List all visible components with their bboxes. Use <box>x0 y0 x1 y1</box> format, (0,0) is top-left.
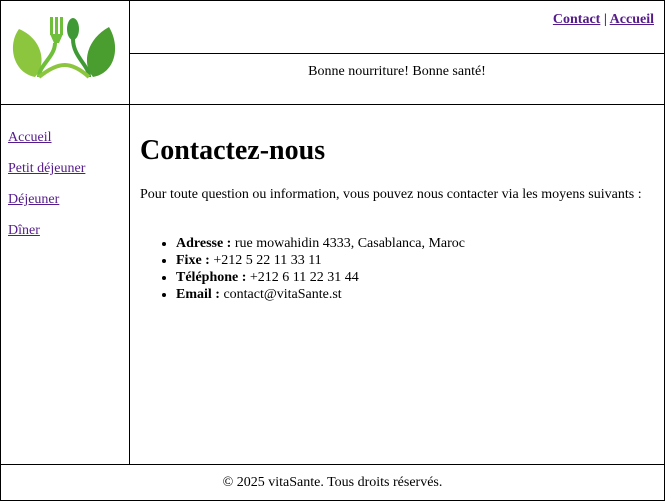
footer-copyright: © 2025 vitaSante. Tous droits réservés. <box>222 475 443 490</box>
sidebar-item-diner: Dîner <box>8 223 85 254</box>
sidebar: Accueil Petit déjeuner Déjeuner Dîner <box>1 105 130 464</box>
sidebar-link-petit-dejeuner[interactable]: Petit déjeuner <box>8 161 85 176</box>
logo-cell <box>1 1 130 105</box>
main-content: Contactez-nous Pour toute question ou in… <box>130 105 664 464</box>
contact-value: rue mowahidin 4333, Casablanca, Maroc <box>231 236 465 251</box>
sidebar-link-accueil[interactable]: Accueil <box>8 130 52 145</box>
nav-separator: | <box>603 12 607 27</box>
contact-value: +212 6 11 22 31 44 <box>246 270 359 285</box>
sidebar-item-petit-dejeuner: Petit déjeuner <box>8 161 85 192</box>
sidebar-item-accueil: Accueil <box>8 130 85 161</box>
page-title: Contactez-nous <box>140 135 326 166</box>
sidebar-menu: Accueil Petit déjeuner Déjeuner Dîner <box>8 130 85 254</box>
contact-item-email: Email : contact@vitaSante.st <box>176 286 465 303</box>
nav-link-contact[interactable]: Contact <box>553 12 600 27</box>
contact-item-phone: Téléphone : +212 6 11 22 31 44 <box>176 269 465 286</box>
leaf-fork-spoon-logo <box>12 17 116 79</box>
slogan-bar: Bonne nourriture! Bonne santé! <box>130 54 664 105</box>
contact-intro: Pour toute question ou information, vous… <box>140 187 642 202</box>
sidebar-link-dejeuner[interactable]: Déjeuner <box>8 192 59 207</box>
contact-item-address: Adresse : rue mowahidin 4333, Casablanca… <box>176 235 465 252</box>
sidebar-link-diner[interactable]: Dîner <box>8 223 40 238</box>
contact-label: Fixe : <box>176 253 210 268</box>
top-nav-links: Contact | Accueil <box>553 12 654 28</box>
contact-value: contact@vitaSante.st <box>219 287 342 302</box>
slogan-text: Bonne nourriture! Bonne santé! <box>308 64 486 79</box>
contact-label: Email : <box>176 287 220 302</box>
sidebar-item-dejeuner: Déjeuner <box>8 192 85 223</box>
contact-label: Téléphone : <box>176 270 247 285</box>
contact-label: Adresse : <box>176 236 232 251</box>
top-navigation: Contact | Accueil <box>130 1 664 54</box>
page-frame: Contact | Accueil Bonne nourriture! Bonn… <box>0 0 665 501</box>
nav-link-accueil[interactable]: Accueil <box>610 12 654 27</box>
contact-list: Adresse : rue mowahidin 4333, Casablanca… <box>176 235 465 303</box>
footer: © 2025 vitaSante. Tous droits réservés. <box>1 464 664 501</box>
contact-value: +212 5 22 11 33 11 <box>209 253 322 268</box>
contact-item-fixe: Fixe : +212 5 22 11 33 11 <box>176 252 465 269</box>
